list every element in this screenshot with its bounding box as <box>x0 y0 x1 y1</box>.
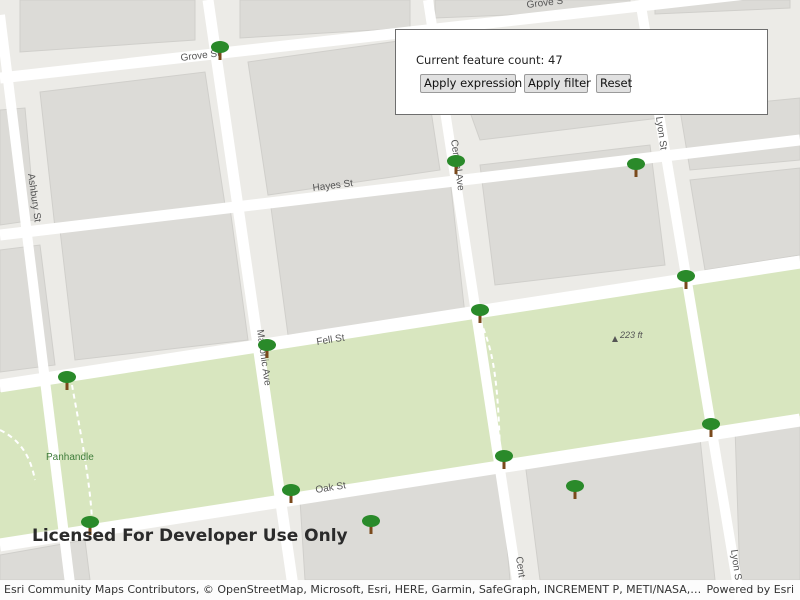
feature-count-label: Current feature count: <box>416 53 545 67</box>
attribution-text[interactable]: Esri Community Maps Contributors, © Open… <box>4 583 702 596</box>
filter-control-panel: Current feature count: 47 Apply expressi… <box>395 29 768 115</box>
map-app: Grove St Grove S Hayes St Fell St Oak St… <box>0 0 800 600</box>
elevation-label: 223 ft <box>619 330 643 340</box>
developer-license-watermark: Licensed For Developer Use Only <box>32 526 348 546</box>
apply-filter-button[interactable]: Apply filter <box>524 74 591 93</box>
park-name-label: Panhandle <box>46 452 94 463</box>
feature-count-value: 47 <box>548 53 563 67</box>
feature-count-text: Current feature count: 47 <box>416 53 563 67</box>
attribution-bar[interactable]: Esri Community Maps Contributors, © Open… <box>0 580 800 600</box>
reset-button[interactable]: Reset <box>596 74 632 93</box>
powered-by-esri-link[interactable]: Powered by Esri <box>706 583 794 596</box>
apply-expression-button[interactable]: Apply expression <box>420 74 522 93</box>
